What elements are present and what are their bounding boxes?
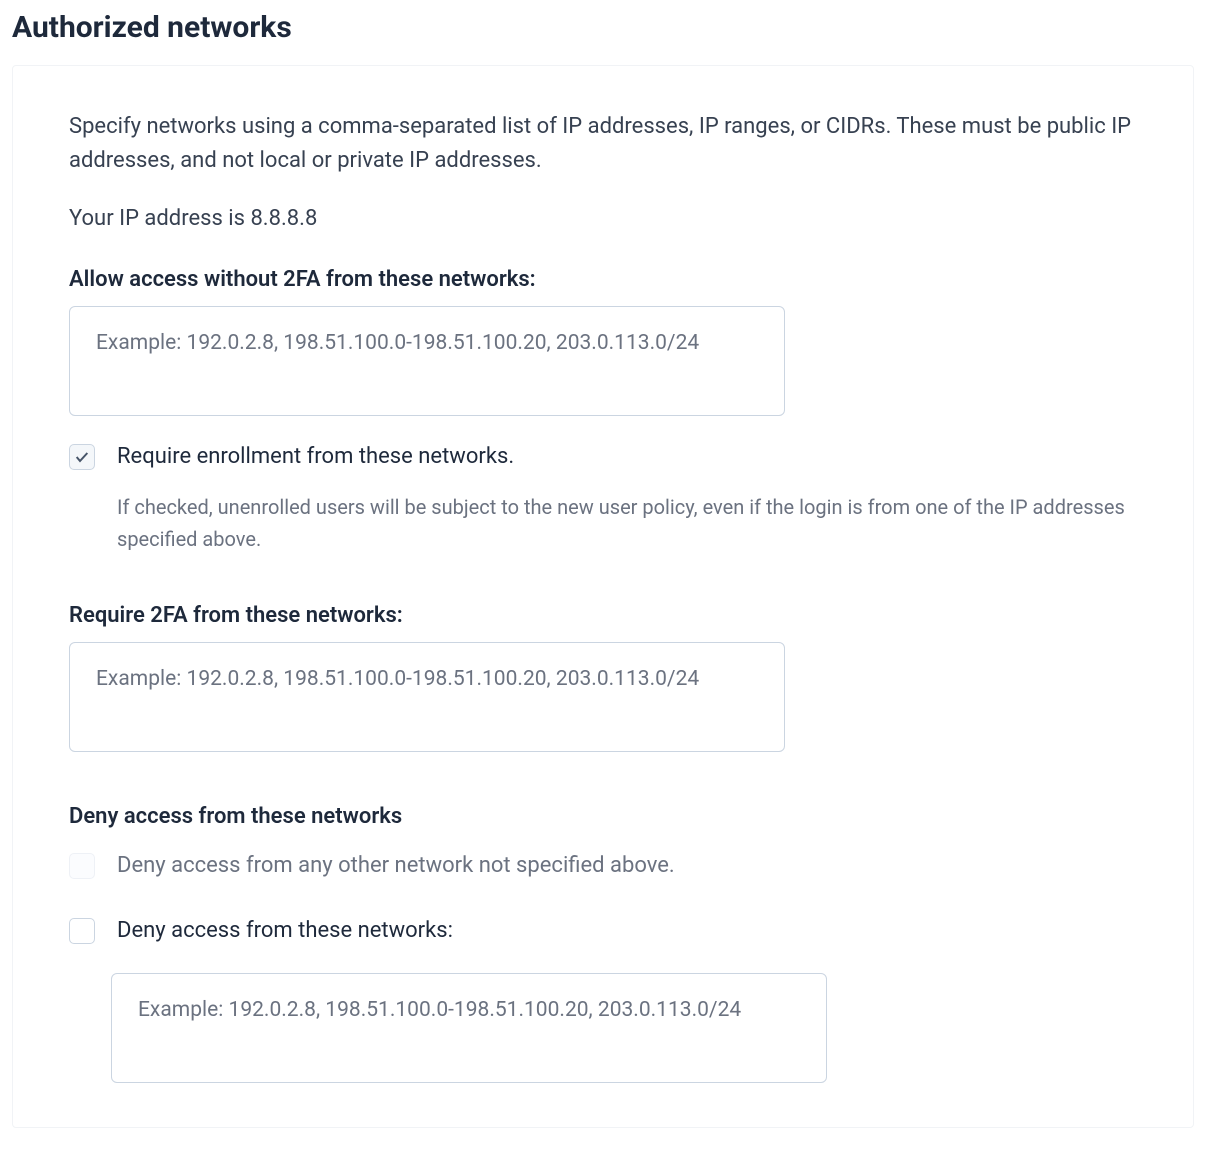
require-enrollment-checkbox[interactable] xyxy=(69,444,95,470)
deny-these-row: Deny access from these networks: xyxy=(69,916,1137,947)
allow-networks-input[interactable] xyxy=(69,306,785,416)
deny-other-checkbox[interactable] xyxy=(69,853,95,879)
deny-heading: Deny access from these networks xyxy=(69,804,1137,829)
deny-other-row: Deny access from any other network not s… xyxy=(69,851,1137,882)
your-ip-text: Your IP address is 8.8.8.8 xyxy=(69,206,1137,231)
require-enrollment-help: If checked, unenrolled users will be sub… xyxy=(117,491,1137,555)
section-title: Authorized networks xyxy=(12,10,1194,45)
authorized-networks-section: Authorized networks Specify networks usi… xyxy=(0,0,1206,1168)
deny-these-label: Deny access from these networks: xyxy=(117,916,453,947)
require-2fa-label: Require 2FA from these networks: xyxy=(69,603,1137,628)
settings-card: Specify networks using a comma-separated… xyxy=(12,65,1194,1128)
deny-these-checkbox[interactable] xyxy=(69,918,95,944)
require-enrollment-row: Require enrollment from these networks. xyxy=(69,442,1137,473)
allow-networks-label: Allow access without 2FA from these netw… xyxy=(69,267,1137,292)
deny-networks-input[interactable] xyxy=(111,973,827,1083)
deny-other-label: Deny access from any other network not s… xyxy=(117,851,675,882)
check-icon xyxy=(74,449,90,465)
require-2fa-input[interactable] xyxy=(69,642,785,752)
intro-text: Specify networks using a comma-separated… xyxy=(69,110,1137,178)
require-enrollment-label: Require enrollment from these networks. xyxy=(117,442,514,473)
